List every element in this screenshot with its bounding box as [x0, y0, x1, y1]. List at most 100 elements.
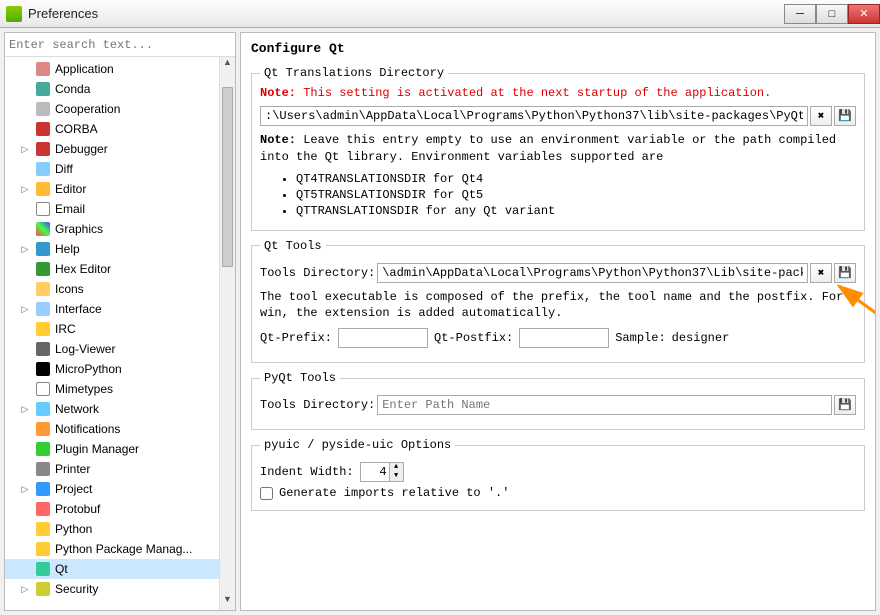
tree-item-cooperation[interactable]: Cooperation: [5, 99, 235, 119]
spin-down-icon[interactable]: ▼: [389, 472, 403, 481]
window-minimize-button[interactable]: ─: [784, 4, 816, 24]
content-panel: Configure Qt Qt Translations Directory N…: [240, 32, 876, 611]
qt-tools-dir-input[interactable]: [377, 263, 808, 283]
category-icon: [35, 101, 51, 117]
qt-prefix-input[interactable]: [338, 328, 428, 348]
tree-item-printer[interactable]: Printer: [5, 459, 235, 479]
tools-dir-label: Tools Directory:: [260, 266, 375, 280]
category-icon: [35, 301, 51, 317]
tree-item-irc[interactable]: IRC: [5, 319, 235, 339]
pyuic-options-group: pyuic / pyside-uic Options Indent Width:…: [251, 438, 865, 511]
category-icon: [35, 181, 51, 197]
spin-up-icon[interactable]: ▲: [389, 463, 403, 472]
pyqt-tools-group: PyQt Tools Tools Directory: 💾: [251, 371, 865, 430]
category-icon: [35, 421, 51, 437]
qt-postfix-input[interactable]: [519, 328, 609, 348]
tree-item-log-viewer[interactable]: Log-Viewer: [5, 339, 235, 359]
tree-item-label: Diff: [55, 162, 73, 176]
tree-item-label: Security: [55, 582, 98, 596]
tree-item-label: Help: [55, 242, 80, 256]
window-titlebar: Preferences ─ □ ✕: [0, 0, 880, 28]
list-item: QT4TRANSLATIONSDIR for Qt4: [296, 172, 856, 186]
pyqt-tools-dir-input[interactable]: [377, 395, 832, 415]
sample-label: Sample:: [615, 331, 665, 345]
window-close-button[interactable]: ✕: [848, 4, 880, 24]
scroll-thumb[interactable]: [222, 87, 233, 267]
tree-item-application[interactable]: Application: [5, 59, 235, 79]
tree-item-corba[interactable]: CORBA: [5, 119, 235, 139]
pyqt-tools-dir-label: Tools Directory:: [260, 398, 375, 412]
expand-icon[interactable]: ▷: [19, 304, 31, 315]
tree-item-notifications[interactable]: Notifications: [5, 419, 235, 439]
indent-width-input[interactable]: [361, 465, 389, 479]
clear-icon[interactable]: ✖: [810, 106, 832, 126]
tree-item-label: Printer: [55, 462, 90, 476]
expand-icon[interactable]: ▷: [19, 244, 31, 255]
tree-item-diff[interactable]: Diff: [5, 159, 235, 179]
expand-icon[interactable]: ▷: [19, 144, 31, 155]
search-input[interactable]: [9, 38, 231, 52]
clear-icon[interactable]: ✖: [810, 263, 832, 283]
tree-item-protobuf[interactable]: Protobuf: [5, 499, 235, 519]
tree-item-plugin-manager[interactable]: Plugin Manager: [5, 439, 235, 459]
tree-item-icons[interactable]: Icons: [5, 279, 235, 299]
tree-item-label: IRC: [55, 322, 76, 336]
category-icon: [35, 281, 51, 297]
category-icon: [35, 341, 51, 357]
tree-item-editor[interactable]: ▷Editor: [5, 179, 235, 199]
tree-item-label: Icons: [55, 282, 84, 296]
tree-item-python-package-manag-[interactable]: Python Package Manag...: [5, 539, 235, 559]
tree-item-interface[interactable]: ▷ Interface: [5, 299, 235, 319]
tree-item-label: Notifications: [55, 422, 120, 436]
category-icon: [35, 241, 51, 257]
open-folder-icon[interactable]: 💾: [834, 395, 856, 415]
tree-item-label: Project: [55, 482, 92, 496]
category-icon: [35, 441, 51, 457]
tree-item-micropython[interactable]: MicroPython: [5, 359, 235, 379]
tree-item-label: Protobuf: [55, 502, 100, 516]
tree-item-label: Cooperation: [55, 102, 120, 116]
tree-item-email[interactable]: Email: [5, 199, 235, 219]
scroll-up-icon[interactable]: ▲: [220, 57, 235, 73]
scroll-down-icon[interactable]: ▼: [220, 594, 235, 610]
category-icon: [35, 261, 51, 277]
tree-item-debugger[interactable]: ▷Debugger: [5, 139, 235, 159]
tree-item-network[interactable]: ▷Network: [5, 399, 235, 419]
expand-icon[interactable]: ▷: [19, 404, 31, 415]
indent-width-label: Indent Width:: [260, 465, 354, 479]
category-icon: [35, 501, 51, 517]
tree-item-mimetypes[interactable]: Mimetypes: [5, 379, 235, 399]
tool-exe-desc: The tool executable is composed of the p…: [260, 289, 856, 323]
tree-item-label: Interface: [55, 302, 102, 316]
window-maximize-button[interactable]: □: [816, 4, 848, 24]
expand-icon[interactable]: ▷: [19, 484, 31, 495]
preferences-tree[interactable]: ApplicationConda Cooperation CORBA▷Debugge…: [5, 57, 235, 610]
category-icon: [35, 401, 51, 417]
category-icon: [35, 81, 51, 97]
tree-item-label: Qt: [55, 562, 68, 576]
startup-note: Note: This setting is activated at the n…: [260, 86, 856, 100]
tree-item-project[interactable]: ▷ Project: [5, 479, 235, 499]
tree-item-hex-editor[interactable]: Hex Editor: [5, 259, 235, 279]
indent-width-stepper[interactable]: ▲▼: [360, 462, 404, 482]
tree-item-python[interactable]: Python: [5, 519, 235, 539]
list-item: QTTRANSLATIONSDIR for any Qt variant: [296, 204, 856, 218]
translations-path-input[interactable]: [260, 106, 808, 126]
expand-icon[interactable]: ▷: [19, 584, 31, 595]
tree-item-help[interactable]: ▷ Help: [5, 239, 235, 259]
sample-value: designer: [672, 331, 730, 345]
tree-item-security[interactable]: ▷ Security: [5, 579, 235, 599]
env-note: Note: Leave this entry empty to use an e…: [260, 132, 856, 166]
open-folder-icon[interactable]: 💾: [834, 106, 856, 126]
tree-item-conda[interactable]: Conda: [5, 79, 235, 99]
relative-imports-checkbox[interactable]: [260, 487, 273, 500]
open-folder-icon[interactable]: 💾: [834, 263, 856, 283]
category-icon: [35, 561, 51, 577]
tree-scrollbar[interactable]: ▲ ▼: [219, 57, 235, 610]
qt-tools-legend: Qt Tools: [260, 239, 326, 253]
expand-icon[interactable]: ▷: [19, 184, 31, 195]
tree-item-qt[interactable]: Qt: [5, 559, 235, 579]
category-icon: [35, 361, 51, 377]
tree-item-graphics[interactable]: Graphics: [5, 219, 235, 239]
page-title: Configure Qt: [251, 41, 865, 56]
